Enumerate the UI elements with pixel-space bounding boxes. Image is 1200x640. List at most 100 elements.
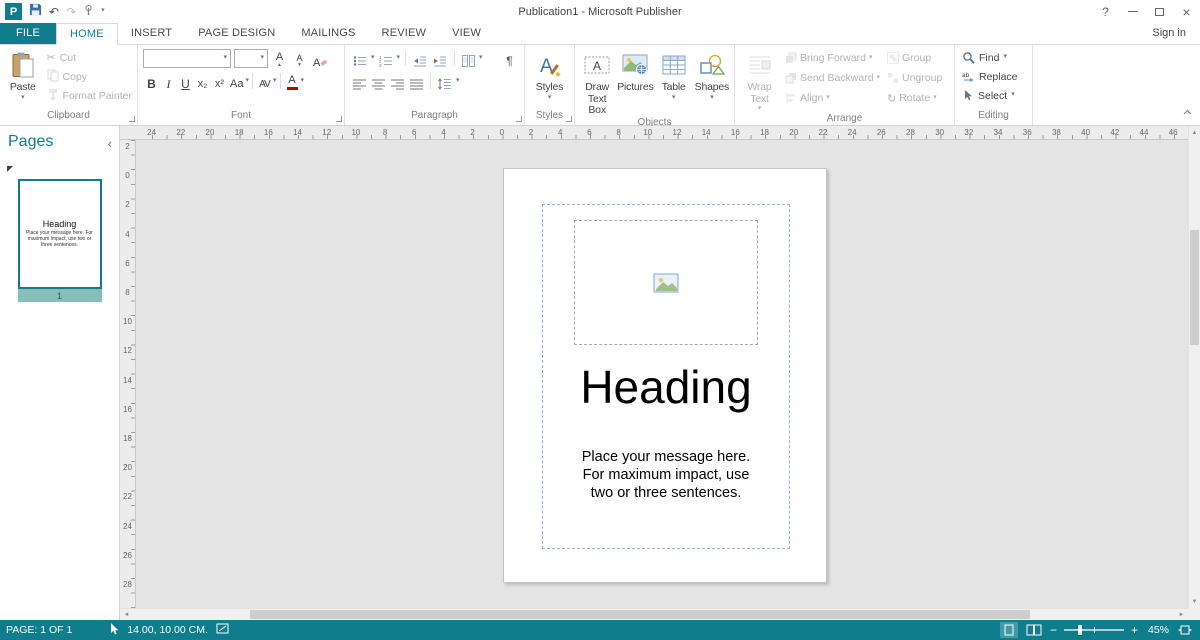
pictures-button[interactable]: Pictures [616,48,654,117]
subscript-button[interactable]: x₂ [194,72,211,90]
table-button[interactable]: Table ▾ [655,48,693,117]
zoom-slider-thumb[interactable] [1078,625,1082,635]
select-button[interactable]: Select ▾ [960,86,1027,105]
numbering-button[interactable]: 123 [377,49,395,67]
superscript-button[interactable]: x² [211,72,228,90]
page-thumbnail[interactable]: Heading Place your message here. For max… [18,179,102,289]
clipboard-dialog-launcher-icon[interactable] [129,116,135,122]
maximize-button[interactable] [1146,0,1173,23]
divider [454,50,455,66]
replace-icon: ab [962,71,975,83]
columns-button[interactable] [460,49,477,67]
save-icon[interactable] [29,3,42,21]
bold-button[interactable]: B [143,72,160,90]
increase-indent-button[interactable] [431,49,449,67]
cut-button[interactable]: ✂ Cut [45,48,134,67]
tab-file[interactable]: FILE [0,23,56,44]
customize-qat-icon[interactable]: ▾ [101,7,105,15]
redo-icon[interactable]: ↷ [66,6,76,18]
underline-button[interactable]: U [177,72,194,90]
group-button[interactable]: Group [887,48,951,68]
picture-placeholder[interactable] [574,220,758,345]
align-button[interactable]: Align ▾ [785,88,887,108]
font-name-combobox[interactable]: ▾ [143,49,231,68]
zoom-level[interactable]: 45% [1145,624,1169,636]
bring-forward-button[interactable]: Bring Forward ▾ [785,48,887,68]
font-dialog-launcher-icon[interactable] [336,116,342,122]
paste-button[interactable]: Paste ▾ [3,48,43,110]
scroll-up-icon[interactable]: ▲ [1189,126,1200,139]
pages-expand-icon[interactable] [7,166,13,172]
clear-formatting-button[interactable]: A [311,50,329,68]
publisher-logo-icon[interactable]: P [5,3,22,20]
font-size-combobox[interactable]: ▾ [234,49,268,68]
italic-button[interactable]: I [160,72,177,90]
scroll-left-icon[interactable]: ◄ [120,609,133,620]
touch-mode-icon[interactable] [83,3,94,21]
find-button[interactable]: Find ▾ [960,48,1027,67]
tab-view[interactable]: VIEW [439,23,494,44]
decrease-indent-button[interactable] [411,49,429,67]
change-case-button[interactable]: Aa [228,72,245,90]
object-size-icon[interactable] [216,623,229,637]
send-backward-button[interactable]: Send Backward ▾ [785,68,887,88]
scroll-right-icon[interactable]: ► [1175,609,1188,620]
publication-page[interactable]: Heading Place your message here. For max… [503,168,827,583]
zoom-in-button[interactable]: + [1131,624,1138,636]
close-button[interactable]: × [1173,0,1200,23]
sign-in-link[interactable]: Sign in [1138,23,1200,44]
show-formatting-marks-button[interactable]: ¶ [501,49,518,67]
tab-home[interactable]: HOME [56,23,118,45]
two-page-spread-button[interactable] [1025,622,1043,638]
fit-page-button[interactable] [1176,622,1194,638]
ungroup-button[interactable]: Ungroup [887,68,951,88]
draw-text-box-button[interactable]: A Draw Text Box [578,48,616,117]
document-heading[interactable]: Heading [543,360,789,414]
zoom-slider[interactable] [1064,629,1124,631]
grow-font-button[interactable]: A▲ [271,50,288,68]
align-right-button[interactable] [389,72,406,90]
workspace-canvas[interactable]: Heading Place your message here. For max… [136,140,1188,608]
text-frame[interactable]: Heading Place your message here. For max… [542,204,790,549]
format-painter-button[interactable]: Format Painter [45,86,134,105]
styles-button[interactable]: A Styles ▾ [528,48,571,110]
font-color-button[interactable]: A [284,72,301,90]
minimize-button[interactable] [1119,0,1146,23]
copy-button[interactable]: Copy [45,67,134,86]
horizontal-scroll-thumb[interactable] [250,610,1030,619]
shrink-font-button[interactable]: A▼ [291,50,308,68]
undo-icon[interactable]: ↶ [49,6,59,18]
align-center-button[interactable] [370,72,387,90]
zoom-out-button[interactable]: − [1050,624,1057,636]
collapse-ribbon-button[interactable] [1183,102,1192,120]
character-spacing-button[interactable]: AV [256,72,273,90]
vertical-scrollbar[interactable]: ▲ ▼ [1188,126,1200,608]
find-label: Find [979,52,999,64]
paragraph-dialog-launcher-icon[interactable] [516,116,522,122]
thumbnail-heading: Heading [20,219,100,229]
wrap-text-button[interactable]: Wrap Text ▾ [738,48,781,113]
rotate-button[interactable]: ↻ Rotate ▾ [887,88,951,108]
styles-dialog-launcher-icon[interactable] [566,116,572,122]
ribbon-group-font: ▾ ▾ A▲ A▼ A [138,45,345,125]
justify-button[interactable] [408,72,425,90]
align-left-button[interactable] [351,72,368,90]
tab-page-design[interactable]: PAGE DESIGN [185,23,288,44]
tab-insert[interactable]: INSERT [118,23,185,44]
pictures-label: Pictures [617,82,653,94]
replace-button[interactable]: ab Replace [960,67,1027,86]
help-button[interactable]: ? [1092,0,1119,23]
scroll-down-icon[interactable]: ▼ [1189,595,1200,608]
single-page-view-button[interactable] [1000,622,1018,638]
bullets-button[interactable] [351,49,369,67]
document-body-text[interactable]: Place your message here. For maximum imp… [543,448,789,502]
vertical-scroll-thumb[interactable] [1190,230,1199,345]
page-indicator[interactable]: PAGE: 1 OF 1 [6,624,72,636]
line-spacing-button[interactable] [436,72,454,90]
tab-review[interactable]: REVIEW [369,23,440,44]
shapes-button[interactable]: Shapes ▾ [693,48,731,117]
pages-collapse-icon[interactable]: ‹ [108,136,112,151]
horizontal-scrollbar[interactable]: ◄ ► [120,608,1188,620]
tab-mailings[interactable]: MAILINGS [288,23,368,44]
fit-page-icon [1178,624,1192,636]
